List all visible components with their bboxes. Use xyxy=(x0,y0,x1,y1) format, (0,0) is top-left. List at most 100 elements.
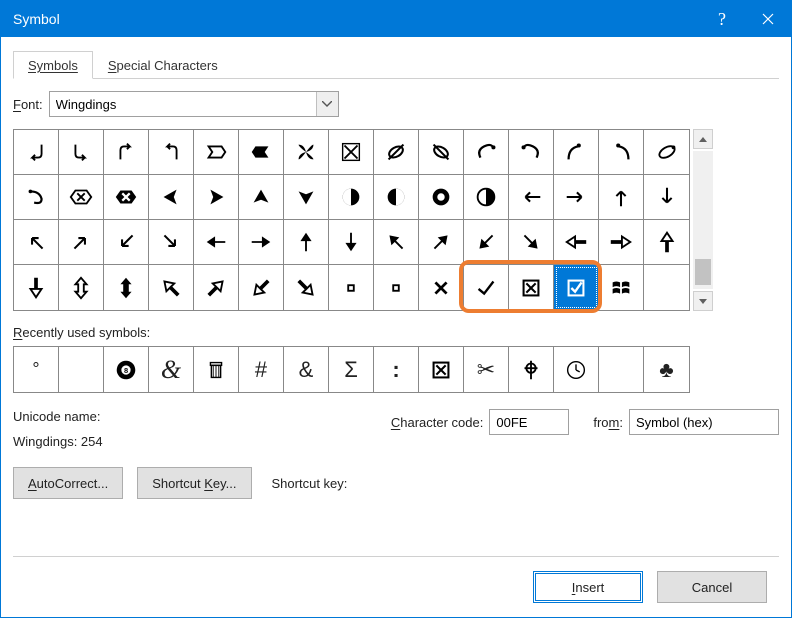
character-code-input[interactable] xyxy=(489,409,569,435)
symbol-cell-leaf-line-r[interactable] xyxy=(599,130,644,175)
recent-symbol-sigma[interactable]: Σ xyxy=(329,347,374,392)
insert-button[interactable]: Insert xyxy=(533,571,643,603)
symbol-cell-ribbon-right[interactable] xyxy=(239,130,284,175)
recent-symbol-club[interactable]: ♣ xyxy=(644,347,689,392)
symbol-cell-tri-right[interactable] xyxy=(194,175,239,220)
symbol-cell-arrow-left-outline[interactable] xyxy=(554,220,599,265)
symbol-cell-arrow-bend-up[interactable] xyxy=(104,130,149,175)
symbol-cell-hex-x-bold[interactable] xyxy=(104,175,149,220)
symbol-cell-arrow-bend-up2[interactable] xyxy=(149,130,194,175)
font-input[interactable] xyxy=(50,93,316,115)
symbol-cell-arrow-se[interactable] xyxy=(149,220,194,265)
recent-symbol-ampersand-script[interactable]: & xyxy=(149,347,194,392)
unicode-name-value: Wingdings: 254 xyxy=(13,434,353,449)
recent-symbol-celtic-cross[interactable] xyxy=(509,347,554,392)
recent-symbol-colon[interactable]: : xyxy=(374,347,419,392)
symbol-cell-arrow-ne-bold[interactable] xyxy=(419,220,464,265)
symbol-cell-arrow-bend-left[interactable] xyxy=(14,130,59,175)
symbol-cell-checkmark[interactable] xyxy=(464,265,509,310)
symbol-cell-hex-x[interactable] xyxy=(59,175,104,220)
symbol-cell-blank[interactable] xyxy=(644,265,689,310)
symbol-cell-arrow-left[interactable] xyxy=(509,175,554,220)
symbol-cell-arrow-updown-bold[interactable] xyxy=(104,265,149,310)
recent-symbol-trash[interactable] xyxy=(194,347,239,392)
symbol-cell-arrow-updown-outline[interactable] xyxy=(59,265,104,310)
tab-symbols[interactable]: Symbols xyxy=(13,51,93,79)
symbol-cell-arrow-sw-outline[interactable] xyxy=(239,265,284,310)
symbol-cell-square-small-2[interactable] xyxy=(374,265,419,310)
symbol-cell-leaf-slash[interactable] xyxy=(374,130,419,175)
symbol-cell-arrow-down[interactable] xyxy=(644,175,689,220)
symbol-cell-leaf-slash-r[interactable] xyxy=(419,130,464,175)
symbol-cell-ribbon-left[interactable] xyxy=(194,130,239,175)
symbol-cell-arrow-left-bold[interactable] xyxy=(194,220,239,265)
symbol-cell-half-circle[interactable] xyxy=(464,175,509,220)
recent-symbol-hash[interactable]: # xyxy=(239,347,284,392)
symbol-cell-tri-up[interactable] xyxy=(239,175,284,220)
recent-symbol-eight-ball[interactable]: 8 xyxy=(104,347,149,392)
tab-special-characters[interactable]: Special Characters xyxy=(93,51,233,79)
symbol-cell-tri-down[interactable] xyxy=(284,175,329,220)
scroll-down-icon[interactable] xyxy=(693,291,713,311)
scroll-up-icon[interactable] xyxy=(693,129,713,149)
symbol-cell-leaf-dot-r[interactable] xyxy=(509,130,554,175)
shortcut-key-label: Shortcut key: xyxy=(272,476,348,491)
scroll-track[interactable] xyxy=(693,151,713,289)
scroll-thumb[interactable] xyxy=(695,259,711,285)
symbol-cell-petals-center[interactable] xyxy=(329,130,374,175)
symbol-cell-windows-logo[interactable] xyxy=(599,265,644,310)
symbol-cell-arrow-right-outline[interactable] xyxy=(599,220,644,265)
shortcut-key-button[interactable]: Shortcut Key... xyxy=(137,467,251,499)
autocorrect-button[interactable]: AutoCorrect... xyxy=(13,467,123,499)
scrollbar[interactable] xyxy=(692,129,714,311)
symbol-cell-circle-cut-left[interactable] xyxy=(329,175,374,220)
from-combo[interactable] xyxy=(629,409,779,435)
symbol-cell-leaf-dot[interactable] xyxy=(464,130,509,175)
close-button[interactable] xyxy=(745,1,791,37)
symbol-cell-arrow-bend-right[interactable] xyxy=(59,130,104,175)
symbol-cell-arrow-up-bold[interactable] xyxy=(284,220,329,265)
symbol-cell-arrow-nw-bold[interactable] xyxy=(374,220,419,265)
symbol-cell-petals-pinwheel[interactable] xyxy=(284,130,329,175)
recent-symbol-box-x[interactable] xyxy=(419,347,464,392)
symbol-cell-arrow-ne-outline[interactable] xyxy=(194,265,239,310)
symbol-cell-arrow-sw-bold[interactable] xyxy=(464,220,509,265)
unicode-name-label: Unicode name: xyxy=(13,409,353,424)
symbol-cell-arrow-up-outline[interactable] xyxy=(644,220,689,265)
recent-symbol-degree[interactable]: ° xyxy=(14,347,59,392)
window-title: Symbol xyxy=(13,11,699,27)
symbol-cell-orbit[interactable] xyxy=(644,130,689,175)
symbol-cell-arrow-se-bold[interactable] xyxy=(509,220,554,265)
cancel-button[interactable]: Cancel xyxy=(657,571,767,603)
symbol-cell-arrow-up[interactable] xyxy=(599,175,644,220)
chevron-down-icon[interactable] xyxy=(316,92,338,116)
symbol-cell-box-x[interactable] xyxy=(509,265,554,310)
recent-symbol-blank[interactable] xyxy=(599,347,644,392)
symbol-cell-arrow-right[interactable] xyxy=(554,175,599,220)
symbol-cell-arrow-right-bold[interactable] xyxy=(239,220,284,265)
symbol-cell-arrow-sw[interactable] xyxy=(104,220,149,265)
recent-symbol-clock[interactable] xyxy=(554,347,599,392)
symbol-cell-arrow-nw-outline[interactable] xyxy=(149,265,194,310)
symbol-cell-arrow-nw[interactable] xyxy=(14,220,59,265)
help-button[interactable]: ? xyxy=(699,1,745,37)
font-combo[interactable] xyxy=(49,91,339,117)
recent-symbol-scissors[interactable]: ✂ xyxy=(464,347,509,392)
symbol-cell-yinyang[interactable] xyxy=(419,175,464,220)
symbol-cell-arrow-se-outline[interactable] xyxy=(284,265,329,310)
symbol-cell-square-small[interactable] xyxy=(329,265,374,310)
symbol-cell-arrow-down-outline[interactable] xyxy=(14,265,59,310)
recent-symbol-ampersand[interactable]: & xyxy=(284,347,329,392)
symbol-cell-arrow-down-bold[interactable] xyxy=(329,220,374,265)
recent-symbol-blank[interactable] xyxy=(59,347,104,392)
symbol-cell-arrow-ne[interactable] xyxy=(59,220,104,265)
symbol-cell-box-check[interactable] xyxy=(554,265,599,310)
symbol-cell-tri-left[interactable] xyxy=(149,175,194,220)
symbol-cell-leaf-line[interactable] xyxy=(554,130,599,175)
symbol-cell-circle-cut-right[interactable] xyxy=(374,175,419,220)
font-label: Font: xyxy=(13,97,43,112)
symbol-cell-x-mark[interactable] xyxy=(419,265,464,310)
symbol-grid xyxy=(13,129,690,311)
symbol-cell-leaf-curl[interactable] xyxy=(14,175,59,220)
from-input[interactable] xyxy=(630,411,792,433)
